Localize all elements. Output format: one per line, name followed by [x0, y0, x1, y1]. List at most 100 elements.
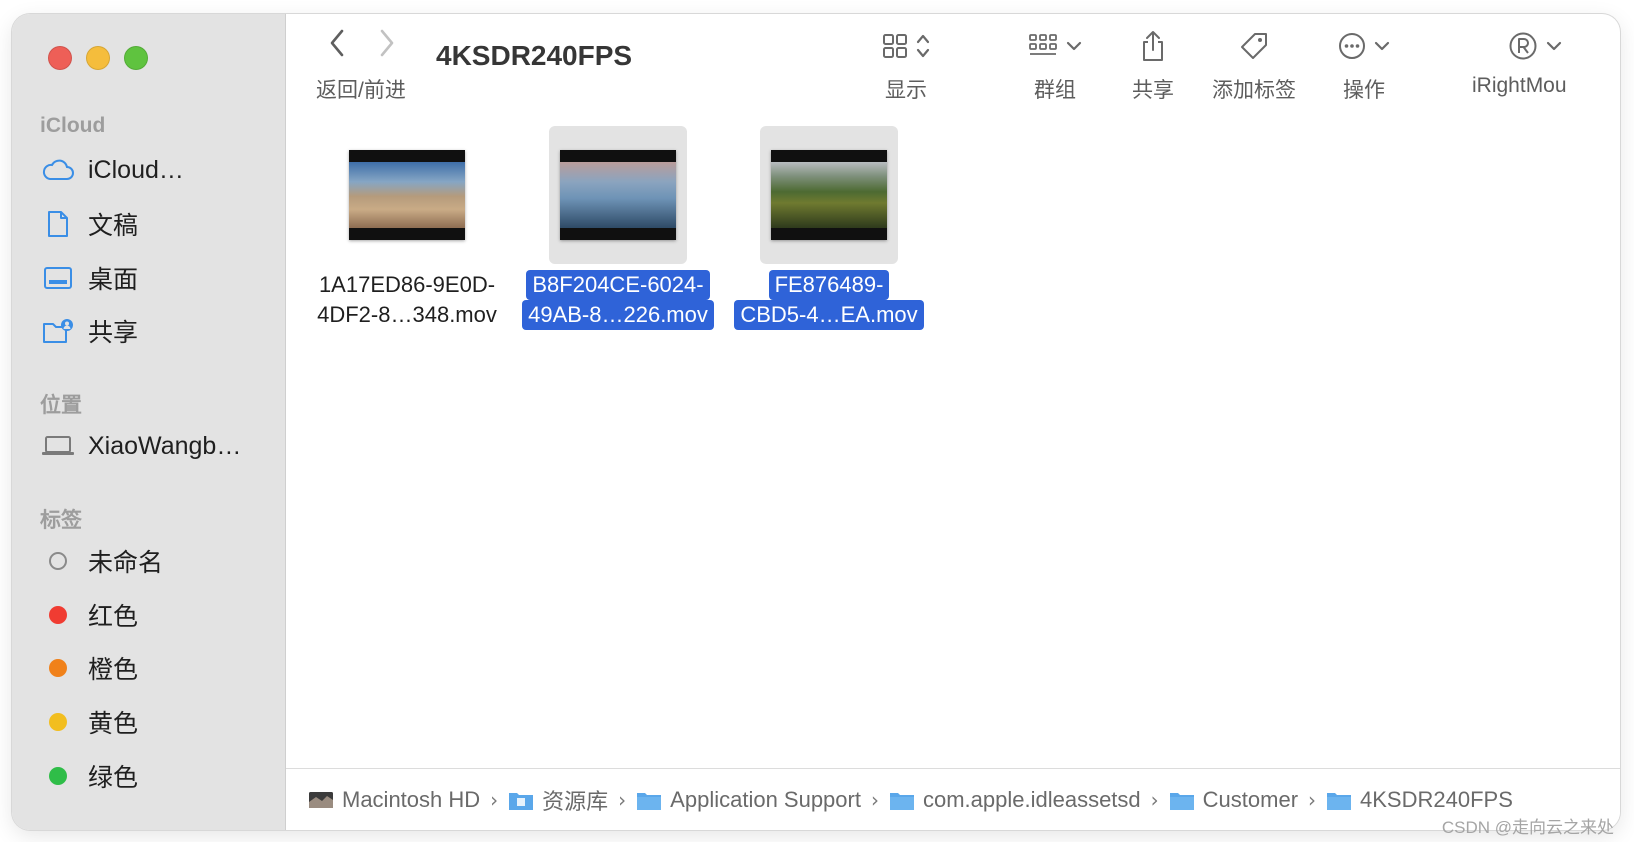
sidebar-item-tag-untitled[interactable]: 未命名 [40, 541, 276, 581]
file-name-line: B8F204CE-6024- [526, 270, 710, 300]
sidebar-item-label: 文稿 [88, 212, 139, 240]
sidebar-section-tags: 标签 [40, 509, 82, 532]
window-controls [48, 46, 148, 70]
sidebar-item-desktop[interactable]: 桌面 [40, 258, 276, 298]
chevron-down-icon [1066, 41, 1082, 51]
forward-button[interactable] [378, 28, 396, 64]
toolbar: 返回/前进 4KSDR240FPS 显示 群组 共享 添加标签 操作 iRigh… [286, 14, 1620, 114]
file-icon-view[interactable]: 1A17ED86-9E0D- 4DF2-8…348.mov B8F204CE-6… [286, 114, 1620, 768]
chevron-down-icon [1374, 41, 1390, 51]
file-item[interactable]: 1A17ED86-9E0D- 4DF2-8…348.mov [302, 126, 512, 330]
orange-tag-dot-icon [40, 652, 76, 684]
view-label: 显示 [885, 79, 927, 102]
sidebar-item-label: 未命名 [88, 549, 164, 577]
group-label: 群组 [1034, 79, 1076, 102]
breadcrumb-label: 4KSDR240FPS [1360, 786, 1513, 812]
desktop-icon [40, 262, 76, 294]
hard-drive-icon [308, 790, 334, 810]
folder-icon [636, 789, 662, 811]
minimize-button[interactable] [86, 46, 110, 70]
close-button[interactable] [48, 46, 72, 70]
sidebar-item-label: 红色 [88, 603, 139, 631]
file-name-line: 1A17ED86-9E0D- [318, 272, 496, 297]
sidebar-item-tag-red[interactable]: 红色 [40, 595, 276, 635]
empty-tag-circle-icon [40, 545, 76, 577]
yellow-tag-dot-icon [40, 706, 76, 738]
sidebar-section-locations: 位置 [40, 394, 82, 417]
back-button[interactable] [328, 28, 346, 64]
folder-icon [1326, 789, 1352, 811]
breadcrumb-separator-icon: › [870, 787, 879, 812]
sidebar-item-label: 黄色 [88, 710, 139, 738]
breadcrumb-separator-icon: › [618, 787, 627, 812]
breadcrumb-macintosh-hd[interactable]: Macintosh HD [308, 787, 480, 813]
red-tag-dot-icon [40, 599, 76, 631]
breadcrumb-label: 资源库 [542, 788, 609, 814]
add-tags-button[interactable]: 添加标签 [1212, 28, 1296, 104]
view-button[interactable]: 显示 [882, 28, 930, 104]
sidebar-item-label: iCloud… [88, 155, 184, 184]
file-name-line: CBD5-4…EA.mov [734, 300, 924, 330]
sidebar-item-icloud-drive[interactable]: iCloud… [40, 150, 276, 190]
breadcrumb-separator-icon: › [490, 787, 499, 812]
folder-icon [889, 789, 915, 811]
breadcrumb-application-support[interactable]: Application Support [636, 787, 861, 813]
sidebar-item-documents[interactable]: 文稿 [40, 204, 276, 244]
breadcrumb-label: Customer [1202, 786, 1299, 812]
add-tags-label: 添加标签 [1212, 79, 1296, 102]
path-bar: Macintosh HD › 资源库 › Application Support… [286, 768, 1620, 830]
sidebar-item-label: 桌面 [88, 266, 139, 294]
cloud-icon [40, 154, 76, 186]
group-grid-icon [1029, 34, 1057, 55]
file-item-selected[interactable]: FE876489- CBD5-4…EA.mov [724, 126, 934, 330]
video-thumbnail [349, 150, 465, 240]
group-button[interactable]: 群组 [1028, 28, 1082, 104]
sidebar-item-tag-yellow[interactable]: 黄色 [40, 702, 276, 742]
sidebar-item-label: 绿色 [88, 764, 139, 792]
action-button[interactable]: 操作 [1338, 28, 1390, 104]
share-icon [1143, 31, 1163, 61]
breadcrumb-customer[interactable]: Customer [1169, 787, 1298, 813]
sidebar-item-computer[interactable]: XiaoWangb… [40, 426, 276, 466]
breadcrumb-library[interactable]: 资源库 [508, 784, 608, 816]
breadcrumb-current-folder[interactable]: 4KSDR240FPS [1326, 787, 1513, 813]
breadcrumb-label: Application Support [670, 786, 861, 812]
sidebar-section-icloud: iCloud [40, 114, 106, 137]
video-thumbnail [771, 150, 887, 240]
file-name-line: FE876489- [768, 270, 890, 300]
chevron-down-icon [1546, 41, 1562, 51]
file-item-selected[interactable]: B8F204CE-6024- 49AB-8…226.mov [513, 126, 723, 330]
sidebar-item-label: XiaoWangb… [88, 431, 242, 460]
share-label: 共享 [1132, 79, 1174, 102]
laptop-icon [40, 430, 76, 462]
share-button[interactable]: 共享 [1132, 28, 1174, 104]
ellipsis-circle-icon [1339, 33, 1365, 59]
zoom-button[interactable] [124, 46, 148, 70]
irightmouse-button[interactable]: iRightMou [1472, 28, 1567, 98]
sidebar: iCloud iCloud… 文稿 桌面 共享 位置 XiaoWangb… 标签… [12, 14, 286, 830]
icon-grid-icon [883, 34, 907, 58]
file-name-line: 49AB-8…226.mov [522, 300, 714, 330]
registered-r-icon [1509, 32, 1537, 60]
breadcrumb-separator-icon: › [1150, 787, 1159, 812]
sidebar-item-tag-orange[interactable]: 橙色 [40, 648, 276, 688]
action-label: 操作 [1343, 79, 1385, 102]
tag-icon [1241, 33, 1267, 59]
sidebar-item-tag-green[interactable]: 绿色 [40, 756, 276, 796]
file-name-line: 4DF2-8…348.mov [317, 302, 497, 327]
breadcrumb-label: com.apple.idleassetsd [922, 786, 1141, 812]
breadcrumb-separator-icon: › [1308, 787, 1317, 812]
document-icon [40, 208, 76, 240]
breadcrumb-label: Macintosh HD [342, 786, 481, 812]
library-folder-icon [508, 789, 534, 811]
green-tag-dot-icon [40, 760, 76, 792]
breadcrumb-idleassetsd[interactable]: com.apple.idleassetsd [889, 787, 1141, 813]
sidebar-item-shared[interactable]: 共享 [40, 311, 276, 351]
sidebar-item-label: 橙色 [88, 656, 139, 684]
finder-window: iCloud iCloud… 文稿 桌面 共享 位置 XiaoWangb… 标签… [12, 14, 1620, 830]
watermark: CSDN @走向云之来处 [1441, 818, 1614, 837]
back-forward-label: 返回/前进 [316, 79, 406, 102]
up-down-chevron-icon [916, 34, 930, 58]
irightmouse-label: iRightMou [1472, 74, 1567, 97]
video-thumbnail [560, 150, 676, 240]
